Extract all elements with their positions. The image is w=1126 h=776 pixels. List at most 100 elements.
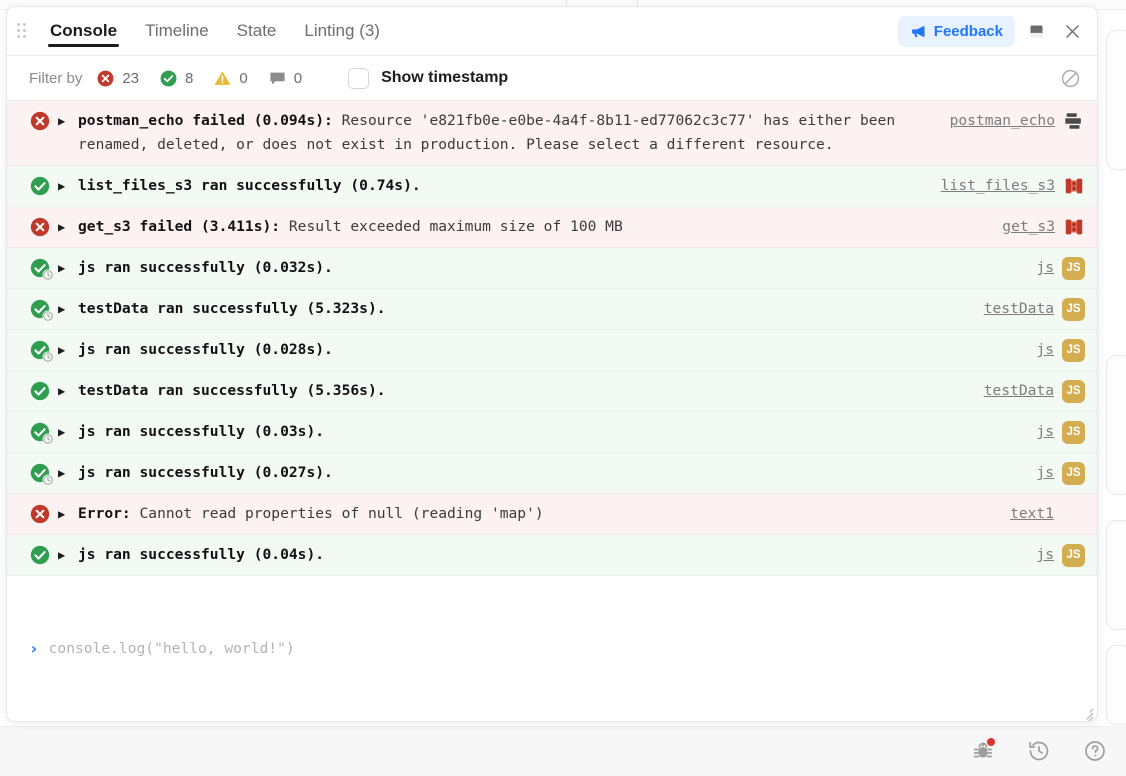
log-source-link[interactable]: js (1036, 543, 1054, 567)
log-source: testData JS (984, 297, 1085, 321)
console-header: Console Timeline State Linting (3) Feedb… (7, 7, 1097, 56)
prompt-icon: › (29, 639, 39, 658)
dock-panel-button[interactable] (1021, 16, 1051, 46)
log-source-link[interactable]: js (1036, 256, 1054, 280)
filter-errors[interactable]: 23 (96, 69, 139, 88)
error-icon (29, 110, 51, 132)
log-source-link[interactable]: get_s3 (1002, 215, 1055, 239)
console-log-row[interactable]: ▶ js ran successfully (0.027s). js JS (7, 453, 1097, 494)
success-icon (29, 380, 51, 402)
expand-caret-icon[interactable]: ▶ (58, 461, 74, 485)
filter-comments-count: 0 (293, 69, 303, 87)
log-source-link[interactable]: text1 (1010, 502, 1054, 526)
clock-overlay-icon (42, 310, 54, 322)
expand-caret-icon[interactable]: ▶ (58, 256, 74, 280)
background-node-card (1106, 520, 1126, 630)
filter-comments[interactable]: 0 (268, 69, 302, 88)
log-source-link[interactable]: testData (984, 379, 1054, 403)
help-button[interactable] (1078, 734, 1112, 768)
log-message-title: testData ran successfully (5.323s). (78, 300, 386, 317)
expand-caret-icon[interactable]: ▶ (58, 338, 74, 362)
log-source-link[interactable]: postman_echo (950, 109, 1055, 133)
success-cached-icon (29, 298, 54, 322)
js-icon: JS (1062, 420, 1085, 444)
console-log-row[interactable]: ▶ js ran successfully (0.03s). js JS (7, 412, 1097, 453)
tab-state[interactable]: State (223, 7, 291, 55)
background-statusbar (0, 726, 1126, 776)
log-source: postman_echo (950, 109, 1085, 133)
log-message-title: js ran successfully (0.027s). (78, 464, 333, 481)
tab-timeline[interactable]: Timeline (131, 7, 223, 55)
tab-timeline-label: Timeline (145, 21, 209, 40)
console-log-row[interactable]: ▶ Error: Cannot read properties of null (… (7, 494, 1097, 535)
console-input[interactable] (48, 640, 1075, 657)
console-log-list[interactable]: ▶ postman_echo failed (0.094s): Resource … (7, 101, 1097, 629)
show-timestamp-checkbox[interactable] (348, 67, 370, 89)
expand-caret-icon[interactable]: ▶ (58, 379, 74, 403)
console-log-row[interactable]: ▶ js ran successfully (0.032s). js JS (7, 248, 1097, 289)
log-message: testData ran successfully (5.356s). (78, 379, 984, 403)
filter-warnings-count: 0 (239, 69, 248, 87)
log-message-detail: Result exceeded maximum size of 100 MB (280, 218, 623, 235)
log-source-link[interactable]: js (1036, 338, 1054, 362)
comment-icon (268, 69, 287, 88)
console-log-row[interactable]: ▶ testData ran successfully (5.356s). test… (7, 371, 1097, 412)
tab-state-label: State (236, 21, 277, 40)
success-cached-icon (29, 462, 54, 486)
console-log-row[interactable]: ▶ postman_echo failed (0.094s): Resource … (7, 101, 1097, 166)
expand-caret-icon[interactable]: ▶ (58, 543, 74, 567)
console-empty-space (7, 668, 1097, 721)
bug-notification-badge (987, 738, 995, 746)
expand-caret-icon[interactable]: ▶ (58, 502, 74, 526)
log-source: js JS (1036, 420, 1085, 444)
console-input-row[interactable]: › (7, 629, 1097, 668)
tab-console[interactable]: Console (36, 7, 131, 55)
expand-caret-icon[interactable]: ▶ (58, 420, 74, 444)
log-message: list_files_s3 ran successfully (0.74s). (78, 174, 941, 198)
console-log-row[interactable]: ▶ testData ran successfully (5.323s). test… (7, 289, 1097, 330)
feedback-button[interactable]: Feedback (897, 15, 1015, 47)
expand-caret-icon[interactable]: ▶ (58, 215, 74, 239)
clock-overlay-icon (42, 433, 54, 445)
console-log-row[interactable]: ▶ get_s3 failed (3.411s): Result exceeded… (7, 207, 1097, 248)
s3-bucket-icon (1063, 175, 1085, 197)
console-log-row[interactable]: ▶ list_files_s3 ran successfully (0.74s).… (7, 166, 1097, 207)
close-panel-button[interactable] (1057, 16, 1087, 46)
clock-overlay-icon (42, 351, 54, 363)
drag-handle-icon[interactable] (15, 23, 29, 39)
log-source-link[interactable]: js (1036, 461, 1054, 485)
bottom-toolbar (966, 734, 1112, 768)
filter-bar: Filter by 23 8 0 0 Show timestamp (7, 56, 1097, 101)
s3-bucket-icon (1063, 216, 1085, 238)
log-source: text1 (1010, 502, 1085, 526)
success-cached-icon (29, 257, 54, 281)
log-source: list_files_s3 (941, 174, 1085, 198)
history-button[interactable] (1022, 734, 1056, 768)
clear-console-button[interactable] (1057, 65, 1083, 91)
success-icon (29, 544, 51, 566)
tab-linting[interactable]: Linting (3) (290, 7, 394, 55)
history-icon (1027, 739, 1051, 763)
console-log-row[interactable]: ▶ js ran successfully (0.04s). js JS (7, 535, 1097, 576)
log-source-link[interactable]: list_files_s3 (941, 174, 1055, 198)
log-message: js ran successfully (0.03s). (78, 420, 1036, 444)
warning-icon (213, 69, 232, 88)
log-message: Error: Cannot read properties of null (r… (78, 502, 1010, 526)
expand-caret-icon[interactable]: ▶ (58, 297, 74, 321)
expand-caret-icon[interactable]: ▶ (58, 174, 74, 198)
log-message-title: js ran successfully (0.032s). (78, 259, 333, 276)
js-icon: JS (1062, 543, 1085, 567)
console-log-row[interactable]: ▶ js ran successfully (0.028s). js JS (7, 330, 1097, 371)
log-message-title: js ran successfully (0.03s). (78, 423, 325, 440)
megaphone-icon (910, 23, 927, 40)
error-icon (29, 216, 51, 238)
filter-success[interactable]: 8 (159, 69, 193, 88)
resize-grip[interactable] (1079, 703, 1094, 721)
log-source-link[interactable]: testData (984, 297, 1054, 321)
log-message-title: Error: (78, 505, 131, 522)
expand-caret-icon[interactable]: ▶ (58, 109, 74, 133)
bug-button[interactable] (966, 734, 1000, 768)
success-icon (29, 175, 51, 197)
filter-warnings[interactable]: 0 (213, 69, 248, 88)
log-source-link[interactable]: js (1036, 420, 1054, 444)
